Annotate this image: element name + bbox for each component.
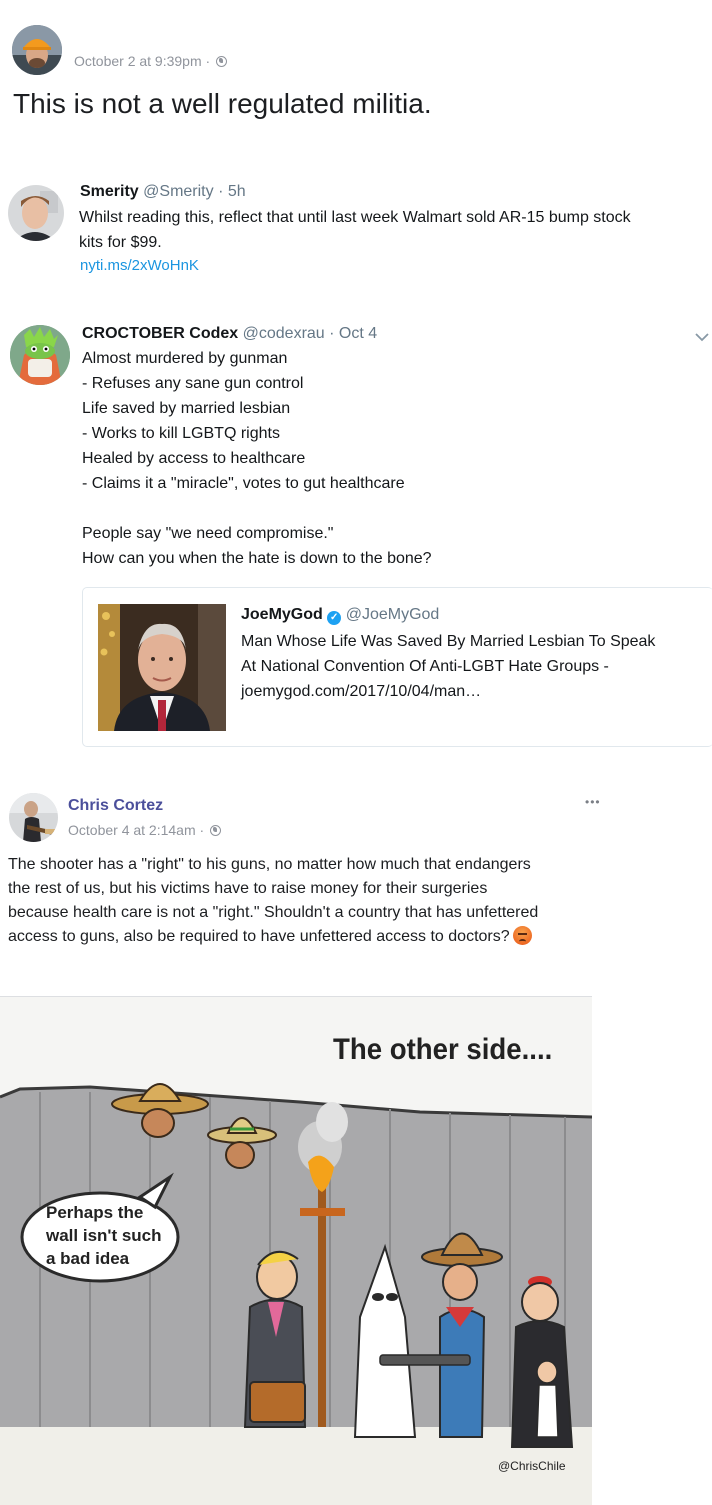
globe-icon — [210, 825, 222, 836]
tweet-author-handle[interactable]: @codexrau · Oct 4 — [243, 325, 378, 342]
post-timestamp[interactable]: October 4 at 2:14am · — [68, 822, 222, 838]
tweet-text: Whilst reading this, reflect that until … — [79, 209, 631, 251]
post-timestamp[interactable]: October 2 at 9:39pm · — [74, 53, 228, 69]
tweet-header: Smerity @Smerity · 5h — [80, 183, 246, 201]
avatar[interactable] — [8, 185, 64, 241]
link-card[interactable]: JoeMyGod ✓ @JoeMyGod Man Whose Life Was … — [82, 587, 712, 747]
post-text: This is not a well regulated militia. — [13, 88, 432, 119]
more-options-icon[interactable]: ••• — [585, 795, 601, 809]
chevron-down-icon[interactable] — [694, 330, 710, 342]
speech-bubble-text: Perhaps the wall isn't such a bad idea — [46, 1203, 162, 1268]
verified-icon: ✓ — [327, 611, 342, 625]
tweet-author-name[interactable]: Smerity — [80, 183, 139, 200]
card-thumbnail — [98, 604, 226, 731]
avatar[interactable] — [10, 325, 70, 385]
post-author-name[interactable]: Chris Cortez — [68, 797, 163, 815]
globe-icon — [216, 56, 228, 67]
tweet-author-name[interactable]: CROCTOBER Codex — [82, 325, 238, 342]
avatar[interactable] — [9, 793, 58, 842]
tweet-author-handle[interactable]: @Smerity · 5h — [143, 183, 245, 200]
avatar[interactable] — [12, 25, 62, 75]
cartoon-image[interactable]: The other side.... Perhaps the wall isn'… — [0, 997, 592, 1505]
card-author-name: JoeMyGod — [241, 606, 323, 623]
post-text: The shooter has a "right" to his guns, n… — [8, 856, 539, 945]
card-author-handle: @JoeMyGod — [345, 606, 440, 623]
card-title: Man Whose Life Was Saved By Married Lesb… — [241, 633, 656, 700]
tweet-text: Almost murdered by gunman - Refuses any … — [82, 350, 432, 567]
tweet-link[interactable]: nyti.ms/2xWoHnK — [80, 257, 199, 274]
angry-face-icon — [512, 926, 532, 945]
cartoon-title: The other side.... — [333, 1033, 553, 1066]
card-header: JoeMyGod ✓ @JoeMyGod — [241, 606, 439, 625]
tweet-header: CROCTOBER Codex @codexrau · Oct 4 — [82, 325, 377, 343]
cartoon-credit: @ChrisChile — [498, 1459, 566, 1473]
